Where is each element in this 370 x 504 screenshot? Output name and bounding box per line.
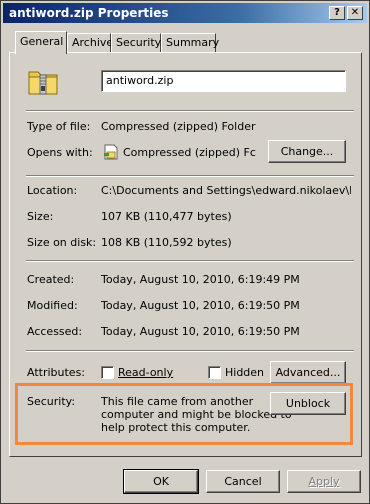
opens-with-value: Compressed (zipped) Fc bbox=[123, 146, 256, 159]
security-message: This file came from another computer and… bbox=[101, 395, 292, 434]
compressed-folder-app-icon bbox=[103, 144, 119, 160]
security-message-line: computer and might be blocked to bbox=[101, 408, 292, 421]
cancel-button[interactable]: Cancel bbox=[206, 470, 280, 493]
opens-with-label: Opens with: bbox=[27, 146, 93, 159]
tab-summary[interactable]: Summary bbox=[161, 33, 220, 52]
tab-general-label: General bbox=[20, 35, 64, 48]
security-label: Security: bbox=[27, 395, 76, 408]
tab-summary-label: Summary bbox=[166, 36, 220, 49]
readonly-checkbox[interactable] bbox=[101, 366, 114, 379]
accessed-value: Today, August 10, 2010, 6:19:50 PM bbox=[101, 325, 300, 338]
size-value: 107 KB (110,477 bytes) bbox=[101, 210, 232, 223]
file-name-input[interactable]: antiword.zip bbox=[101, 70, 346, 92]
advanced-button-label: Advanced... bbox=[275, 366, 341, 379]
security-message-line: help protect this computer. bbox=[101, 421, 251, 434]
created-value: Today, August 10, 2010, 6:19:49 PM bbox=[101, 273, 300, 286]
attributes-label: Attributes: bbox=[27, 366, 86, 379]
change-button-label: Change... bbox=[280, 145, 334, 158]
size-on-disk-label: Size on disk: bbox=[27, 236, 97, 249]
separator bbox=[26, 110, 354, 112]
apply-button[interactable]: Apply bbox=[287, 470, 361, 493]
close-button[interactable]: ✕ bbox=[347, 6, 363, 20]
security-message-line: This file came from another bbox=[101, 395, 254, 408]
location-label: Location: bbox=[27, 184, 78, 197]
tab-archive-label: Archive bbox=[72, 36, 114, 49]
advanced-button[interactable]: Advanced... bbox=[270, 361, 346, 384]
created-label: Created: bbox=[27, 273, 75, 286]
accessed-label: Accessed: bbox=[27, 325, 83, 338]
properties-window: antiword.zip Properties ? ✕ General Arch… bbox=[0, 0, 370, 504]
location-value: C:\Documents and Settings\edward.nikolae… bbox=[101, 184, 351, 197]
apply-button-label: Apply bbox=[308, 475, 340, 488]
cancel-button-label: Cancel bbox=[224, 475, 262, 488]
size-label: Size: bbox=[27, 210, 54, 223]
help-button[interactable]: ? bbox=[329, 6, 345, 20]
unblock-button-label: Unblock bbox=[285, 397, 331, 410]
modified-label: Modified: bbox=[27, 299, 78, 312]
zip-folder-icon bbox=[27, 66, 59, 96]
hidden-label[interactable]: Hidden bbox=[225, 366, 264, 379]
separator bbox=[26, 260, 354, 262]
ok-button[interactable]: OK bbox=[123, 469, 199, 494]
hidden-checkbox[interactable] bbox=[208, 366, 221, 379]
tab-archive[interactable]: Archive bbox=[67, 33, 114, 52]
type-of-file-value: Compressed (zipped) Folder bbox=[101, 120, 256, 133]
modified-value: Today, August 10, 2010, 6:19:50 PM bbox=[101, 299, 300, 312]
window-title: antiword.zip Properties bbox=[9, 6, 169, 20]
tab-general[interactable]: General bbox=[15, 31, 67, 54]
title-bar[interactable]: antiword.zip Properties ? ✕ bbox=[3, 3, 367, 23]
change-button[interactable]: Change... bbox=[268, 140, 346, 163]
unblock-button[interactable]: Unblock bbox=[270, 392, 346, 415]
tab-security-label: Security bbox=[116, 36, 162, 49]
tab-security[interactable]: Security bbox=[111, 33, 161, 52]
separator bbox=[26, 175, 354, 177]
type-of-file-label: Type of file: bbox=[27, 120, 91, 133]
separator bbox=[26, 350, 354, 352]
ok-button-label: OK bbox=[153, 475, 169, 488]
size-on-disk-value: 108 KB (110,592 bytes) bbox=[101, 236, 232, 249]
general-panel: antiword.zip Type of file: Compressed (z… bbox=[9, 52, 362, 457]
readonly-label[interactable]: Read-only bbox=[118, 366, 173, 379]
